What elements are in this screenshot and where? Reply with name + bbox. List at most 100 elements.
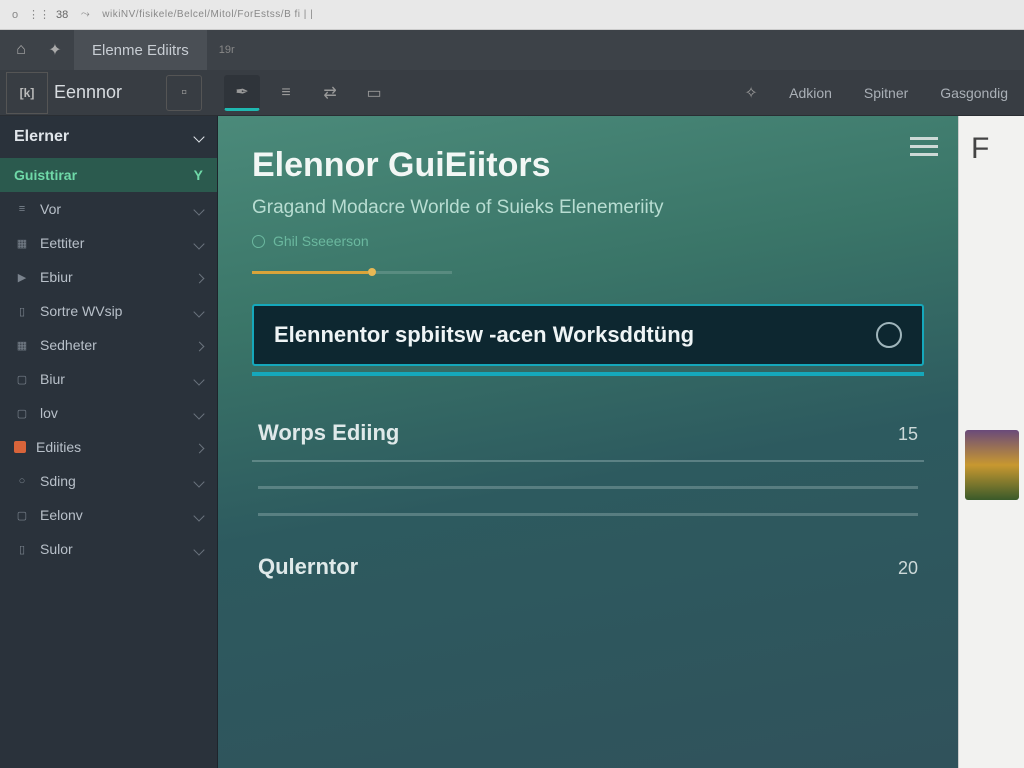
section-label: Qulerntor	[258, 554, 358, 580]
sidebar-item-guisttirar[interactable]: Guisttirar Y	[0, 158, 217, 192]
chevron-down-icon	[195, 371, 203, 387]
url-text: wikiNV/fisikele/Belcel/Mitol/ForEstss/B …	[102, 9, 313, 20]
tool-settings-icon[interactable]: ✧	[733, 75, 769, 111]
star-icon[interactable]: ✦	[40, 35, 70, 65]
tab-elenme[interactable]: Elenme Ediitrs	[74, 30, 207, 70]
chevron-down-icon	[195, 541, 203, 557]
meta-text: Ghil Sseeerson	[273, 233, 369, 249]
content-area: Elerner Guisttirar Y ≡ Vor ▦Eettiter ▶ Ebiur…	[0, 116, 1024, 768]
chevron-right-icon	[196, 269, 203, 285]
sidebar-item-label: Guisttirar	[14, 167, 77, 183]
canvas: Elennor GuiEiitors Gragand Modacre World…	[218, 116, 958, 768]
sidebar-item-label: Biur	[40, 371, 65, 387]
browser-chrome: o ⋮⋮ 38 ⤳ wikiNV/fisikele/Belcel/Mitol/F…	[0, 0, 1024, 30]
sidebar-item-label: Vor	[40, 201, 61, 217]
progress-bar[interactable]	[252, 271, 452, 274]
banner-title: Elennentor spbiitsw -acen Worksddtüng	[274, 322, 694, 348]
sidebar-item-icon: ≡	[14, 202, 30, 216]
tool-panel-icon[interactable]: ▫	[166, 75, 202, 111]
sidebar-item-label: Ediities	[36, 439, 81, 455]
sidebar-item-icon: ▯	[14, 304, 30, 318]
sidebar-item-lov[interactable]: ▢ lov	[0, 396, 217, 430]
sidebar-item-label: Eelonv	[40, 507, 83, 523]
sidebar-item-icon: ▢	[14, 508, 30, 522]
sidebar-item-label: Sding	[40, 473, 76, 489]
chevron-down-icon	[195, 507, 203, 523]
page-meta: Ghil Sseeerson	[252, 233, 924, 249]
tool-card-icon[interactable]: ▭	[356, 75, 392, 111]
toolbar: [k] Eennnor ▫ ✒ ≡ ⇄ ▭ ✧ Adkion Spitner G…	[0, 70, 1024, 116]
hamburger-menu-icon[interactable]	[910, 132, 938, 161]
sidebar-item-sortre wvsip[interactable]: ▯ Sortre WVsip	[0, 294, 217, 328]
sidebar-section-elerner[interactable]: Elerner	[0, 116, 217, 158]
section-value: 20	[898, 558, 918, 579]
browser-back-icon[interactable]: o	[8, 8, 22, 22]
sidebar-item-eelonv[interactable]: ▢ Eelonv	[0, 498, 217, 532]
sidebar-item-icon: ▦	[14, 338, 30, 352]
sidebar-item-icon: ▯	[14, 542, 30, 556]
browser-num: 38	[56, 9, 68, 21]
chevron-down-icon	[195, 473, 203, 489]
sidebar-item-label: Ebiur	[40, 269, 73, 285]
sidebar-item-vor[interactable]: ≡ Vor	[0, 192, 217, 226]
toolbar-link-gasgondig[interactable]: Gasgondig	[924, 85, 1024, 101]
chevron-down-icon	[195, 405, 203, 421]
tool-list-icon[interactable]: ≡	[268, 75, 304, 111]
sidebar-item-ediities[interactable]: Ediities	[0, 430, 217, 464]
divider-line	[258, 486, 918, 489]
section-row-qulerntor[interactable]: Qulerntor 20	[252, 540, 924, 594]
banner-radio-icon[interactable]	[876, 322, 902, 348]
page-title: Elennor GuiEiitors	[252, 146, 924, 185]
chevron-down-icon	[195, 235, 203, 251]
thumbnail-image[interactable]	[965, 430, 1019, 500]
chevron-down-icon	[195, 201, 203, 217]
chevron-down-icon	[195, 303, 203, 319]
chevron-right-icon	[196, 337, 203, 353]
section-value: 15	[898, 424, 918, 445]
rightpane-letter: F	[965, 128, 1018, 170]
sidebar-item-icon: ▢	[14, 372, 30, 386]
sidebar-section-label: Elerner	[14, 128, 69, 146]
sidebar-item-biur[interactable]: ▢ Biur	[0, 362, 217, 396]
home-icon[interactable]: ⌂	[6, 35, 36, 65]
sidebar-item-ebiur[interactable]: ▶ Ebiur	[0, 260, 217, 294]
sidebar-item-label: Sortre WVsip	[40, 303, 122, 319]
banner[interactable]: Elennentor spbiitsw -acen Worksddtüng	[252, 304, 924, 366]
progress-fill	[252, 271, 368, 274]
tab-bar: ⌂ ✦ Elenme Ediitrs 19r	[0, 30, 1024, 70]
section-label: Worps Ediing	[258, 420, 399, 446]
page-subtitle: Gragand Modacre Worlde of Suieks Eleneme…	[252, 197, 924, 219]
sidebar-item-icon	[14, 441, 26, 453]
sidebar-item-icon: ▶	[14, 270, 30, 284]
sidebar-item-sding[interactable]: ○ Sding	[0, 464, 217, 498]
sidebar-item-icon: ▢	[14, 406, 30, 420]
new-tab-hint[interactable]: 19r	[211, 44, 235, 56]
sidebar-item-label: Sulor	[40, 541, 73, 557]
sidebar-item-sulor[interactable]: ▯ Sulor	[0, 532, 217, 566]
sidebar-item-eettiter[interactable]: ▦Eettiter	[0, 226, 217, 260]
progress-handle-icon[interactable]	[368, 268, 376, 276]
section-row-worps[interactable]: Worps Ediing 15	[252, 406, 924, 462]
sidebar-item-sedheter[interactable]: ▦ Sedheter	[0, 328, 217, 362]
sidebar-item-icon: ○	[14, 474, 30, 488]
chevron-down-icon	[195, 128, 203, 146]
toolbar-link-spitner[interactable]: Spitner	[848, 85, 924, 101]
right-pane: F	[958, 116, 1024, 768]
brand-name: Eennnor	[54, 82, 162, 103]
meta-circle-icon	[252, 235, 265, 248]
sidebar-item-label: lov	[40, 405, 58, 421]
tool-link-icon[interactable]: ⇄	[312, 75, 348, 111]
toolbar-link-adkion[interactable]: Adkion	[773, 85, 848, 101]
tab-label: Elenme Ediitrs	[92, 42, 189, 59]
banner-underline	[252, 372, 924, 376]
divider-line	[258, 513, 918, 516]
sidebar-item-icon: ▦	[14, 236, 30, 250]
browser-graph-icon[interactable]: ⤳	[78, 8, 92, 22]
main-area: Elennor GuiEiitors Gragand Modacre World…	[218, 116, 1024, 768]
filter-icon: Y	[194, 167, 203, 183]
brand-logo-icon[interactable]: [k]	[6, 72, 48, 114]
browser-menu-icon[interactable]: ⋮⋮	[32, 8, 46, 22]
tool-cursor-icon[interactable]: ✒	[224, 75, 260, 111]
sidebar: Elerner Guisttirar Y ≡ Vor ▦Eettiter ▶ Ebiur…	[0, 116, 218, 768]
sidebar-item-label: Sedheter	[40, 337, 97, 353]
